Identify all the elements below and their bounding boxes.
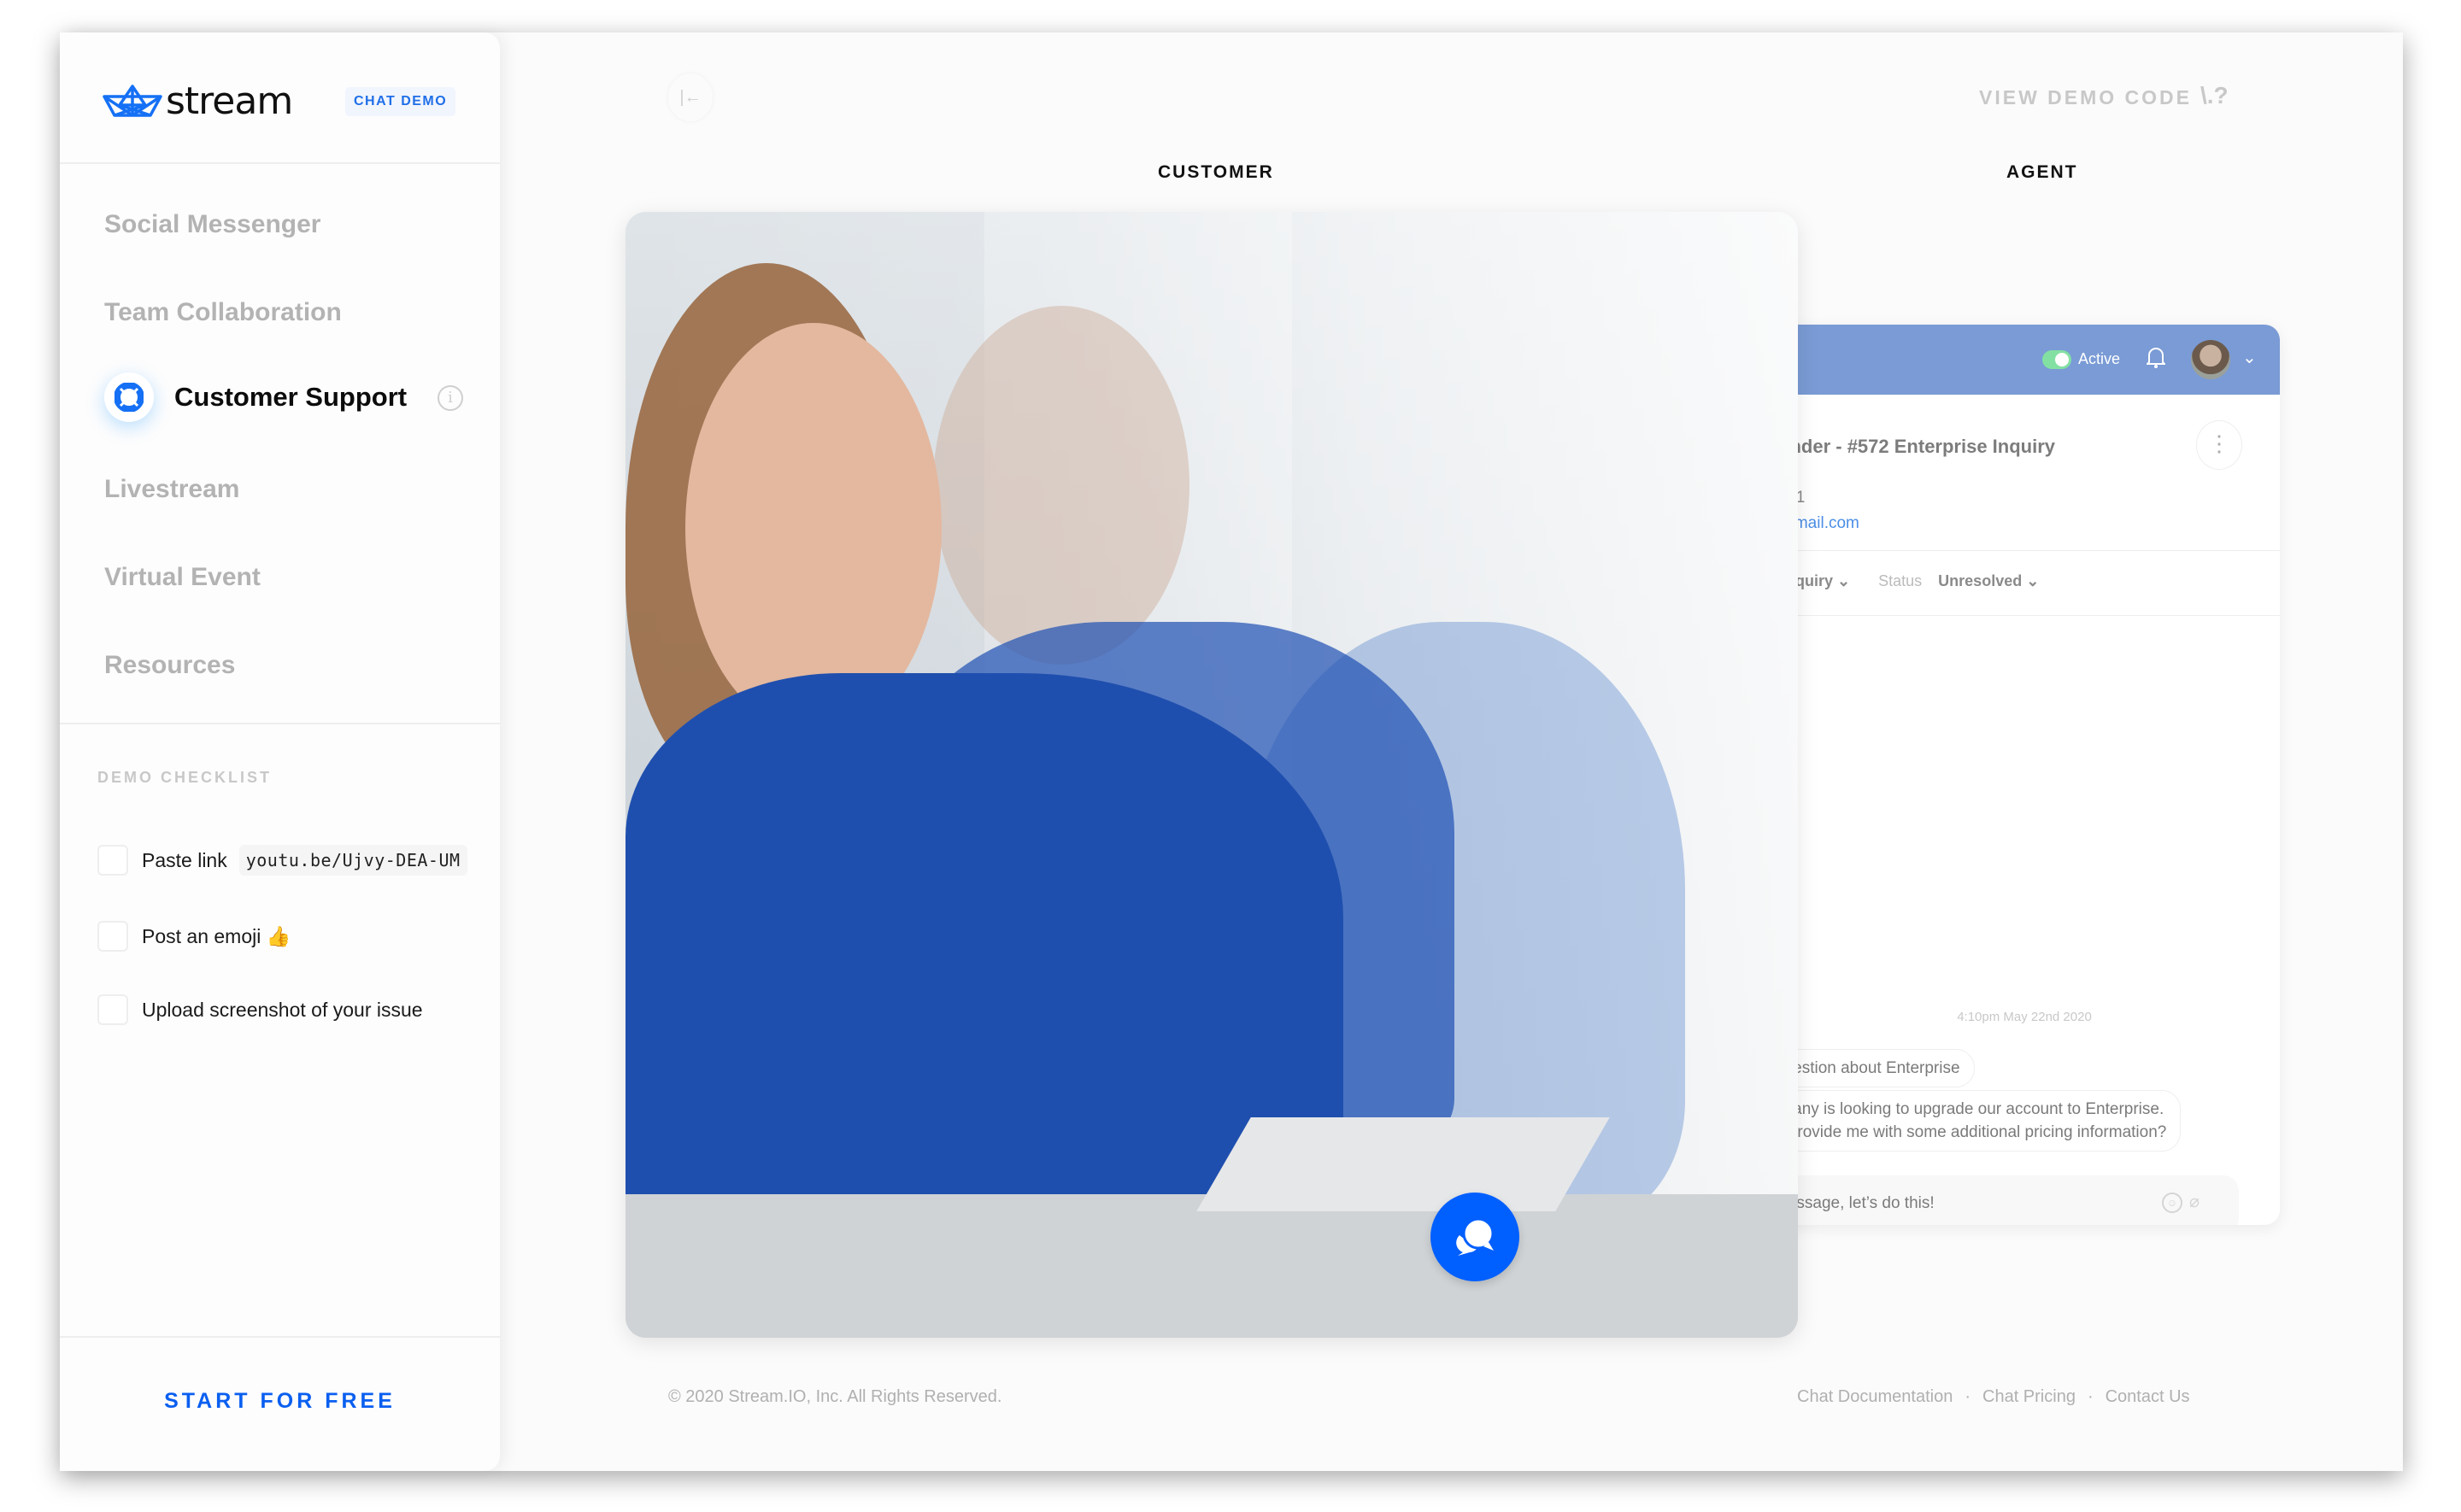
view-demo-code-link[interactable]: VIEW DEMO CODE	[1979, 86, 2192, 109]
divider	[1769, 550, 2280, 551]
sidebar: stream CHAT DEMO Social Messenger Team C…	[60, 32, 500, 1471]
footer-links: Chat Documentation · Chat Pricing · Contact …	[1797, 1387, 2190, 1407]
app-window: stream CHAT DEMO Social Messenger Team C…	[60, 32, 2403, 1471]
message-line: npany is looking to upgrade our account …	[1775, 1100, 2164, 1118]
checklist-item: Upload screenshot of your issue	[97, 994, 423, 1025]
active-toggle[interactable]	[2042, 350, 2071, 369]
desk	[626, 1194, 1798, 1338]
agent-person-2	[933, 306, 1189, 665]
sidebar-item-label: Customer Support	[174, 382, 408, 412]
info-icon[interactable]: i	[438, 385, 463, 411]
ticket-meta: e Inquiry ⌄ Status Unresolved ⌄	[1769, 572, 2040, 589]
checklist-item: Paste link youtu.be/Ujvy-DEA-UM	[97, 845, 467, 876]
collapse-arrow-icon: |←	[679, 87, 702, 107]
checkbox[interactable]	[97, 994, 128, 1025]
status-label: Active	[2078, 350, 2121, 367]
chat-documentation-link[interactable]: Chat Documentation	[1797, 1387, 1953, 1406]
contact-us-link[interactable]: Contact Us	[2106, 1387, 2190, 1406]
message-timestamp: 4:10pm May 22nd 2020	[1957, 1010, 2092, 1024]
customer-label: CUSTOMER	[1158, 162, 1274, 182]
sidebar-item-team-collaboration[interactable]: Team Collaboration	[104, 298, 342, 327]
status-field-label: Status	[1878, 572, 1923, 589]
checklist-item: Post an emoji 👍	[97, 921, 291, 952]
agent-panel: Active ⌄ xander - #572 Enterprise Inquir…	[1769, 325, 2280, 1225]
start-for-free-button[interactable]: START FOR FREE	[60, 1389, 500, 1414]
lifebuoy-icon	[104, 372, 154, 422]
paperclip-icon[interactable]: ⌀	[2189, 1191, 2200, 1212]
sidebar-item-resources[interactable]: Resources	[104, 651, 235, 680]
checklist-label: Paste link	[142, 848, 227, 871]
message-bubble: npany is looking to upgrade our account …	[1769, 1090, 2182, 1152]
checkbox[interactable]	[97, 921, 128, 952]
agent-person-1-face	[685, 323, 942, 733]
divider	[60, 1336, 500, 1338]
help-icon[interactable]: \.?	[2200, 82, 2229, 109]
checklist-label: Post an emoji 👍	[142, 924, 291, 947]
copyright: © 2020 Stream.IO, Inc. All Rights Reserv…	[668, 1387, 1002, 1406]
chat-pricing-link[interactable]: Chat Pricing	[1982, 1387, 2076, 1406]
agent-person-1-shirt	[626, 673, 1343, 1220]
separator: ·	[1965, 1387, 1971, 1406]
brand-name: stream	[166, 79, 293, 123]
link-code: youtu.be/Ujvy-DEA-UM	[238, 845, 467, 876]
agent-label: AGENT	[2006, 162, 2078, 182]
customer-hero-image	[626, 212, 1798, 1338]
ticket-title: xander - #572 Enterprise Inquiry	[1769, 436, 2056, 457]
emoji-icon[interactable]: ☺	[2162, 1193, 2182, 1213]
keyboard	[1196, 1117, 1610, 1211]
checklist-label: Upload screenshot of your issue	[142, 998, 423, 1021]
agent-header: Active ⌄	[1769, 325, 2280, 395]
message-input[interactable]: message, let’s do this! ☺ ⌀	[1769, 1175, 2239, 1225]
sidebar-item-social-messenger[interactable]: Social Messenger	[104, 210, 320, 239]
checklist-title: DEMO CHECKLIST	[97, 769, 272, 786]
separator: ·	[2087, 1387, 2094, 1406]
chat-demo-badge: CHAT DEMO	[345, 87, 456, 116]
divider	[1769, 615, 2280, 616]
chat-bubbles-icon	[1456, 1217, 1495, 1256]
bell-icon[interactable]	[2145, 345, 2167, 371]
message-line: u provide me with some additional pricin…	[1775, 1123, 2167, 1141]
brand-logo[interactable]: stream	[103, 79, 293, 123]
message-input-value: message, let’s do this!	[1774, 1194, 1935, 1212]
paper-boat-icon	[103, 84, 162, 117]
divider	[60, 723, 500, 724]
open-chat-button[interactable]	[1430, 1193, 1519, 1281]
checkbox[interactable]	[97, 845, 128, 876]
avatar[interactable]	[2191, 340, 2230, 379]
divider	[60, 162, 500, 164]
sidebar-item-customer-support[interactable]: Customer Support i	[104, 372, 463, 422]
message-bubble: question about Enterprise	[1769, 1049, 1975, 1087]
more-options-icon[interactable]: ⋮	[2196, 420, 2242, 470]
sidebar-item-virtual-event[interactable]: Virtual Event	[104, 563, 261, 592]
sidebar-item-livestream[interactable]: Livestream	[104, 475, 239, 504]
status-dropdown[interactable]: Unresolved	[1938, 572, 2022, 589]
collapse-sidebar-button[interactable]: |←	[668, 73, 713, 121]
chevron-down-icon[interactable]: ⌄	[2242, 347, 2257, 368]
